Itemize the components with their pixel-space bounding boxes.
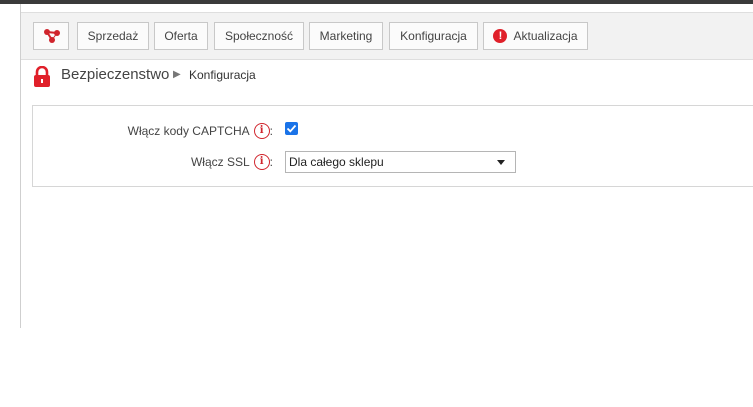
nav-item-aktualizacja-label: Aktualizacja [513, 29, 578, 43]
lock-icon [34, 66, 50, 87]
breadcrumb-root[interactable]: Bezpieczenstwo [61, 66, 169, 83]
ssl-colon: : [269, 155, 273, 170]
security-settings-panel: Włącz kody CAPTCHA i: Włącz SSL i: Dla cał… [32, 105, 753, 187]
breadcrumb-current: Konfiguracja [189, 68, 256, 82]
ssl-select-value: Dla całego sklepu [289, 155, 384, 169]
network-share-icon [44, 29, 60, 43]
nav-item-oferta[interactable]: Oferta [154, 22, 208, 50]
nav-item-sprzedaz[interactable]: Sprzedaż [77, 22, 149, 50]
nav-item-marketing[interactable]: Marketing [309, 22, 383, 50]
nav-item-spolecznosc[interactable]: Społeczność [214, 22, 304, 50]
caret-down-icon [497, 160, 505, 165]
main-frame: Sprzedaż Oferta Społeczność Marketing Ko… [20, 4, 753, 328]
breadcrumb-separator-icon: ▶ [173, 69, 181, 80]
captcha-label: Włącz kody CAPTCHA [127, 124, 250, 139]
ssl-row: Włącz SSL i: [33, 151, 273, 175]
info-icon[interactable]: i [253, 154, 270, 170]
top-navigation: Sprzedaż Oferta Społeczność Marketing Ko… [21, 12, 753, 60]
captcha-label-group: Włącz kody CAPTCHA i: [127, 123, 273, 140]
home-button[interactable] [33, 22, 69, 50]
info-icon[interactable]: i [253, 123, 270, 139]
alert-icon: ! [493, 28, 508, 43]
ssl-label: Włącz SSL [190, 155, 250, 170]
captcha-row: Włącz kody CAPTCHA i: [33, 120, 273, 144]
checkmark-icon [286, 124, 297, 133]
ssl-select[interactable]: Dla całego sklepu [285, 151, 516, 173]
captcha-colon: : [269, 124, 273, 139]
captcha-checkbox[interactable] [285, 122, 298, 135]
nav-item-konfiguracja[interactable]: Konfiguracja [389, 22, 478, 50]
nav-item-aktualizacja[interactable]: ! Aktualizacja [483, 22, 588, 50]
ssl-label-group: Włącz SSL i: [190, 154, 273, 171]
